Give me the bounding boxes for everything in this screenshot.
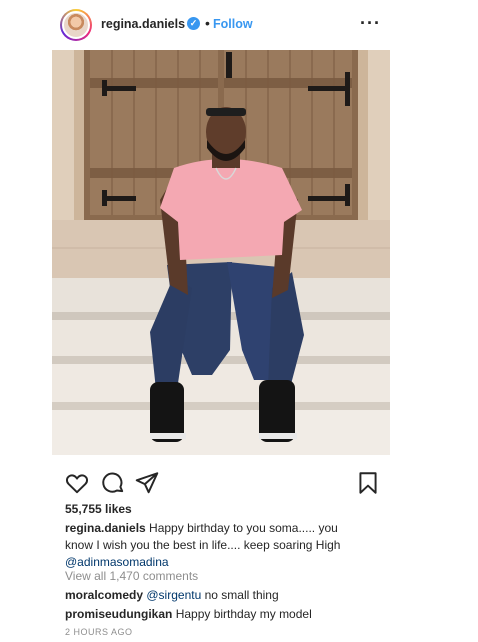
heart-icon[interactable] [64,470,90,496]
post-photo-illustration [52,50,390,455]
comment-item: promiseudungikan Happy birthday my model [65,607,312,621]
caption-mention[interactable]: @adinmasomadina [65,555,169,569]
post-timestamp: 2 HOURS AGO [65,627,133,637]
avatar-image [62,11,90,39]
likes-count[interactable]: 55,755 likes [65,502,132,516]
caption-username[interactable]: regina.daniels [65,521,146,535]
comment-item: moralcomedy @sirgentu no small thing [65,588,279,602]
bookmark-icon[interactable] [355,470,381,496]
post-header: regina.daniels ✓ • Follow ··· [50,6,390,44]
comment-icon[interactable] [100,470,126,496]
more-options-icon[interactable]: ··· [360,13,381,34]
comment-mention[interactable]: @sirgentu [146,588,201,602]
post-username[interactable]: regina.daniels [101,17,185,31]
verified-badge-icon: ✓ [187,17,200,30]
comment-username[interactable]: moralcomedy [65,588,143,602]
post-photo[interactable] [52,50,390,455]
avatar[interactable] [60,9,92,41]
follow-button[interactable]: Follow [213,17,253,31]
paper-plane-icon[interactable] [134,470,160,496]
view-all-comments-link[interactable]: View all 1,470 comments [65,569,198,583]
separator-dot: • [205,15,210,31]
action-bar [52,470,390,500]
post-caption: regina.daniels Happy birthday to you som… [65,520,365,571]
comment-text: Happy birthday my model [175,607,312,621]
comment-username[interactable]: promiseudungikan [65,607,172,621]
comment-text: no small thing [204,588,279,602]
